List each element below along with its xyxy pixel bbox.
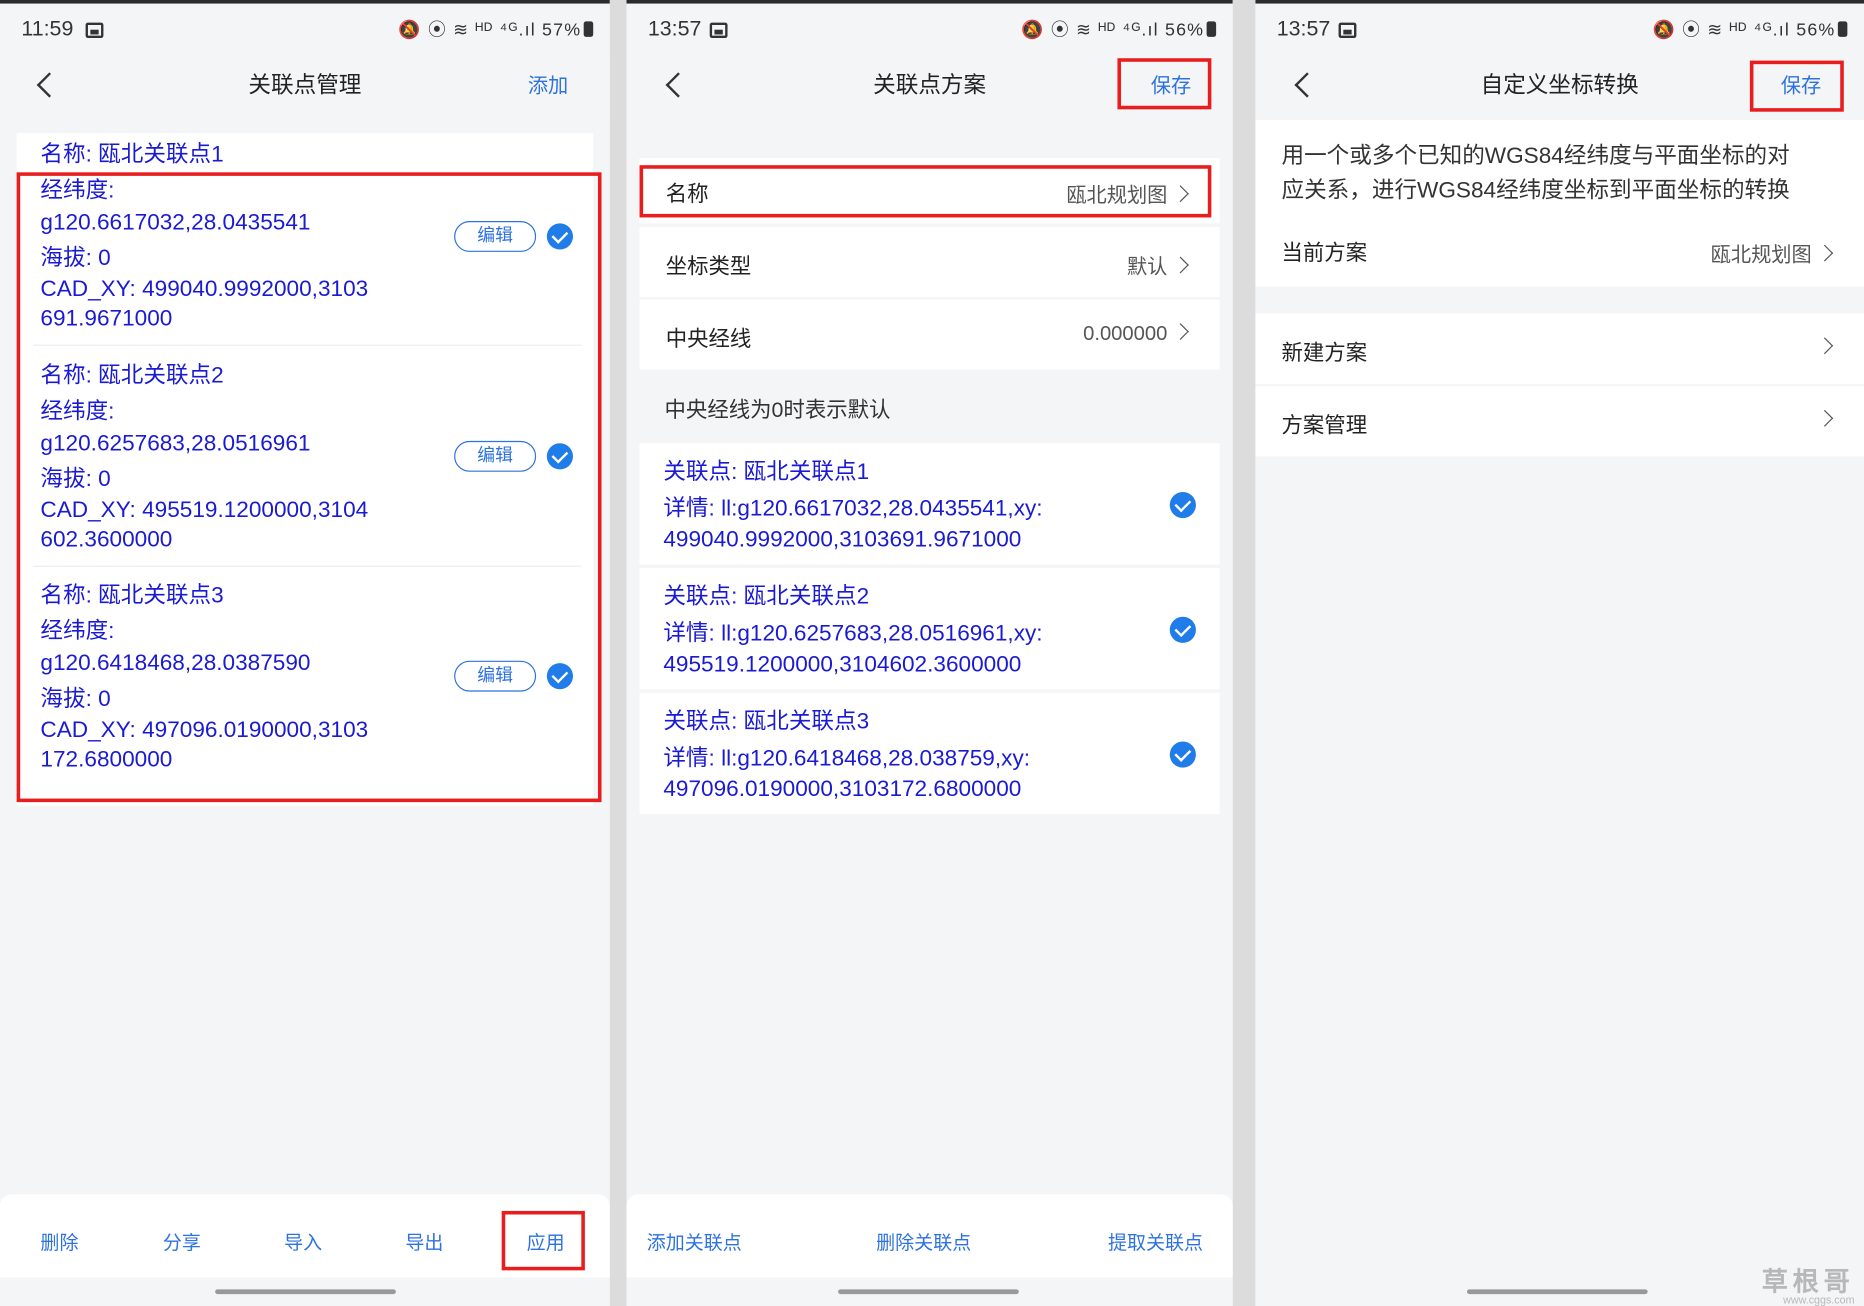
status-bar: 13:57 🔕 ⦿ ≋ ᴴᴰ ⁴ᴳ.ıl 56% bbox=[1255, 12, 1864, 50]
gallery-icon bbox=[1338, 22, 1357, 39]
point-name: 名称: 瓯北关联点1 bbox=[40, 142, 224, 168]
screen-point-management: 11:59 🔕 ⦿ ≋ ᴴᴰ ⁴ᴳ.ıl 57% 关联点管理 添加 名称: 瓯北… bbox=[0, 0, 610, 1306]
row-label: 坐标类型 bbox=[665, 254, 752, 279]
list-item[interactable]: 关联点: 瓯北关联点2 详情: ll:g120.6257683,28.05169… bbox=[639, 568, 1220, 690]
status-bar: 13:57 🔕 ⦿ ≋ ᴴᴰ ⁴ᴳ.ıl 56% bbox=[626, 12, 1232, 50]
description: 用一个或多个已知的WGS84经纬度与平面坐标的对 bbox=[1281, 143, 1790, 169]
check-icon[interactable] bbox=[1169, 741, 1196, 768]
screen-point-scheme: 13:57 🔕 ⦿ ≋ ᴴᴰ ⁴ᴳ.ıl 56% 关联点方案 保存 名称 瓯北规… bbox=[626, 0, 1233, 1306]
current-scheme-row[interactable]: 当前方案 瓯北规划图 bbox=[1255, 225, 1864, 282]
highlight-box bbox=[501, 1210, 585, 1271]
scheme-management-row[interactable]: 方案管理 bbox=[1255, 386, 1864, 457]
point-title: 关联点: 瓯北关联点2 bbox=[663, 584, 870, 610]
status-icons: 🔕 ⦿ ≋ ᴴᴰ ⁴ᴳ.ıl 56% bbox=[1653, 17, 1848, 42]
battery-icon bbox=[1837, 21, 1848, 37]
row-value: 默认 bbox=[1126, 250, 1189, 280]
battery-icon bbox=[583, 21, 594, 37]
battery-percent: 56% bbox=[1796, 20, 1836, 41]
central-meridian-value: 0.000000 bbox=[1083, 322, 1168, 345]
home-indicator bbox=[838, 1289, 1019, 1295]
check-icon[interactable] bbox=[1169, 616, 1196, 643]
status-icons: 🔕 ⦿ ≋ ᴴᴰ ⁴ᴳ.ıl 57% bbox=[398, 17, 594, 42]
row-label: 新建方案 bbox=[1281, 341, 1368, 365]
description-cont: 应关系，进行WGS84经纬度坐标到平面坐标的转换 bbox=[1281, 178, 1790, 204]
row-value: 0.000000 bbox=[1083, 322, 1189, 346]
central-meridian-row[interactable]: 中央经线 0.000000 bbox=[639, 299, 1220, 370]
chevron-right-icon bbox=[1816, 244, 1834, 262]
check-icon[interactable] bbox=[1169, 491, 1196, 519]
import-button[interactable]: 导入 bbox=[284, 1226, 322, 1255]
row-label: 中央经线 bbox=[665, 326, 752, 351]
status-time: 13:57 bbox=[1276, 16, 1331, 41]
current-scheme-value: 瓯北规划图 bbox=[1710, 243, 1812, 267]
row-value: 瓯北规划图 bbox=[1710, 238, 1834, 268]
status-time: 13:57 bbox=[647, 16, 702, 41]
export-button[interactable]: 导出 bbox=[405, 1226, 443, 1255]
point-detail: 详情: ll:g120.6418468,28.038759,xy: bbox=[663, 746, 1031, 772]
gallery-icon bbox=[85, 22, 104, 39]
home-indicator bbox=[1466, 1289, 1648, 1295]
header: 关联点管理 添加 bbox=[0, 52, 610, 119]
point-title: 关联点: 瓯北关联点3 bbox=[663, 709, 870, 735]
signal-icons: 🔕 ⦿ ≋ ᴴᴰ ⁴ᴳ.ıl bbox=[398, 20, 536, 41]
coord-type-value: 默认 bbox=[1126, 255, 1168, 279]
top-edge bbox=[626, 0, 1233, 4]
list-item[interactable]: 关联点: 瓯北关联点3 详情: ll:g120.6418468,28.03875… bbox=[639, 692, 1220, 815]
extract-point-button[interactable]: 提取关联点 bbox=[1108, 1226, 1203, 1255]
status-bar: 11:59 🔕 ⦿ ≋ ᴴᴰ ⁴ᴳ.ıl 57% bbox=[0, 12, 610, 50]
screen-custom-transform: 13:57 🔕 ⦿ ≋ ᴴᴰ ⁴ᴳ.ıl 56% 自定义坐标转换 保存 用一个或… bbox=[1255, 0, 1864, 1306]
hint-text: 中央经线为0时表示默认 bbox=[664, 398, 891, 422]
row-value bbox=[1812, 409, 1834, 433]
point-detail-cont: 497096.0190000,3103172.6800000 bbox=[663, 777, 1022, 803]
status-time: 11:59 bbox=[21, 16, 74, 41]
share-button[interactable]: 分享 bbox=[163, 1226, 201, 1255]
home-indicator bbox=[215, 1289, 396, 1295]
signal-icons: 🔕 ⦿ ≋ ᴴᴰ ⁴ᴳ.ıl bbox=[1021, 20, 1159, 41]
signal-icons: 🔕 ⦿ ≋ ᴴᴰ ⁴ᴳ.ıl bbox=[1652, 20, 1791, 41]
battery-percent: 57% bbox=[542, 20, 582, 41]
status-icons: 🔕 ⦿ ≋ ᴴᴰ ⁴ᴳ.ıl 56% bbox=[1021, 17, 1217, 42]
row-label: 当前方案 bbox=[1281, 241, 1368, 266]
screenshot-stage: 11:59 🔕 ⦿ ≋ ᴴᴰ ⁴ᴳ.ıl 57% 关联点管理 添加 名称: 瓯北… bbox=[0, 0, 1864, 1306]
new-scheme-row[interactable]: 新建方案 bbox=[1255, 313, 1864, 384]
top-edge bbox=[1255, 0, 1864, 4]
battery-percent: 56% bbox=[1164, 20, 1205, 41]
chevron-right-icon bbox=[1172, 323, 1189, 340]
highlight-box bbox=[1117, 58, 1212, 110]
gallery-icon bbox=[709, 22, 728, 39]
highlight-box bbox=[1749, 60, 1844, 112]
delete-point-button[interactable]: 删除关联点 bbox=[876, 1226, 971, 1255]
highlight-box bbox=[16, 172, 602, 803]
intro-card: 用一个或多个已知的WGS84经纬度与平面坐标的对 应关系，进行WGS84经纬度坐… bbox=[1255, 120, 1864, 287]
point-detail: 详情: ll:g120.6617032,28.0435541,xy: bbox=[663, 496, 1043, 522]
page-title: 关联点管理 bbox=[248, 73, 362, 99]
row-value bbox=[1812, 336, 1834, 360]
chevron-right-icon bbox=[1816, 409, 1834, 427]
add-point-button[interactable]: 添加关联点 bbox=[647, 1226, 742, 1255]
battery-icon bbox=[1206, 21, 1217, 37]
bottom-toolbar: 添加关联点 删除关联点 提取关联点 bbox=[626, 1194, 1233, 1278]
point-title: 关联点: 瓯北关联点1 bbox=[663, 459, 870, 485]
point-detail-cont: 495519.1200000,3104602.3600000 bbox=[663, 652, 1022, 678]
point-detail: 详情: ll:g120.6257683,28.0516961,xy: bbox=[663, 621, 1043, 647]
add-button[interactable]: 添加 bbox=[528, 69, 568, 99]
chevron-right-icon bbox=[1816, 337, 1834, 355]
coord-type-row[interactable]: 坐标类型 默认 bbox=[639, 226, 1220, 298]
highlight-box bbox=[639, 165, 1212, 218]
point-detail-cont: 499040.9992000,3103691.9671000 bbox=[663, 527, 1022, 553]
row-label: 方案管理 bbox=[1281, 413, 1368, 438]
chevron-right-icon bbox=[1172, 256, 1189, 274]
delete-button[interactable]: 删除 bbox=[40, 1226, 78, 1255]
watermark-url: www.cggs.com bbox=[1783, 1294, 1855, 1306]
list-item[interactable]: 关联点: 瓯北关联点1 详情: ll:g120.6617032,28.04355… bbox=[639, 443, 1220, 565]
top-edge bbox=[0, 0, 610, 4]
